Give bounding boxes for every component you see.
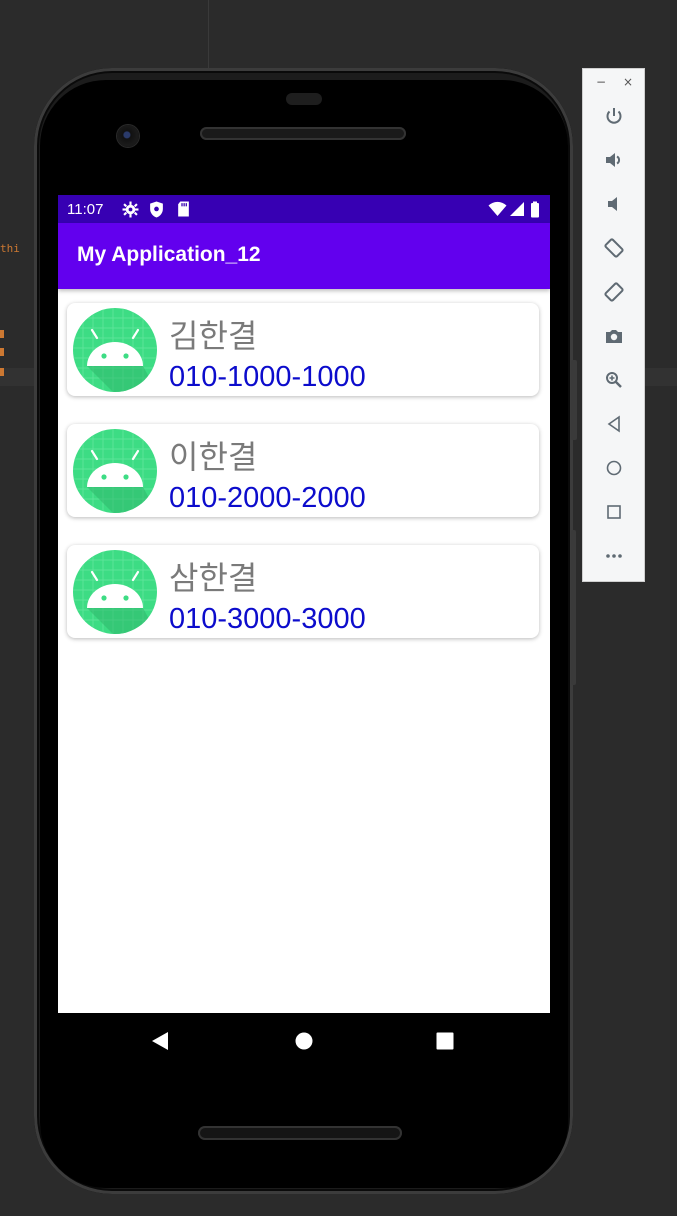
settings-icon — [122, 201, 139, 222]
bottom-speaker — [198, 1126, 402, 1140]
contact-name: 김한결 — [169, 317, 258, 355]
contact-card[interactable]: 삼한결 010-3000-3000 — [67, 545, 539, 638]
contact-phone: 010-2000-2000 — [169, 482, 366, 514]
shield-icon — [149, 201, 164, 222]
android-avatar-icon — [73, 550, 157, 634]
emulator-toolbar: − × — [582, 68, 645, 582]
contact-name: 삼한결 — [169, 559, 258, 597]
signal-icon — [509, 201, 525, 221]
zoom-icon[interactable] — [600, 366, 628, 394]
app-bar: My Application_12 — [58, 223, 550, 289]
rotate-right-icon[interactable] — [600, 278, 628, 306]
ide-code-fragment: thi — [0, 242, 20, 255]
ide-gutter-mark — [0, 330, 4, 338]
close-button[interactable]: × — [623, 75, 633, 89]
home-icon[interactable] — [600, 454, 628, 482]
android-avatar-icon — [73, 308, 157, 392]
app-title: My Application_12 — [77, 243, 261, 266]
ide-gutter-mark — [0, 368, 4, 376]
status-bar: 11:07 — [58, 195, 550, 223]
more-icon[interactable] — [600, 542, 628, 570]
status-time: 11:07 — [67, 201, 104, 218]
rotate-left-icon[interactable] — [600, 234, 628, 262]
minimize-button[interactable]: − — [596, 75, 606, 89]
proximity-sensor — [286, 93, 322, 105]
contact-card[interactable]: 김한결 010-1000-1000 — [67, 303, 539, 396]
camera-icon[interactable] — [600, 322, 628, 350]
nav-recents-icon[interactable] — [435, 1031, 455, 1055]
nav-home-icon[interactable] — [294, 1031, 314, 1055]
nav-back-icon[interactable] — [150, 1031, 170, 1055]
ide-highlight-line-right — [645, 368, 677, 386]
front-camera — [117, 125, 139, 147]
contact-phone: 010-3000-3000 — [169, 603, 366, 635]
phone-side-button — [571, 360, 577, 440]
power-icon[interactable] — [600, 102, 628, 130]
contact-name: 이한결 — [169, 438, 258, 476]
back-icon[interactable] — [600, 410, 628, 438]
earpiece-speaker — [200, 127, 406, 140]
contact-phone: 010-1000-1000 — [169, 361, 366, 393]
overview-icon[interactable] — [600, 498, 628, 526]
phone-side-button — [571, 530, 576, 685]
volume-up-icon[interactable] — [600, 146, 628, 174]
android-avatar-icon — [73, 429, 157, 513]
ide-gutter-mark — [0, 348, 4, 356]
wifi-icon — [488, 201, 507, 221]
battery-icon — [530, 201, 540, 222]
sd-card-icon — [177, 201, 190, 221]
device-screen: 11:07 My Application_12 김한결 010-1000-100… — [58, 195, 550, 1013]
navigation-bar — [58, 1013, 550, 1069]
contact-card[interactable]: 이한결 010-2000-2000 — [67, 424, 539, 517]
volume-down-icon[interactable] — [600, 190, 628, 218]
